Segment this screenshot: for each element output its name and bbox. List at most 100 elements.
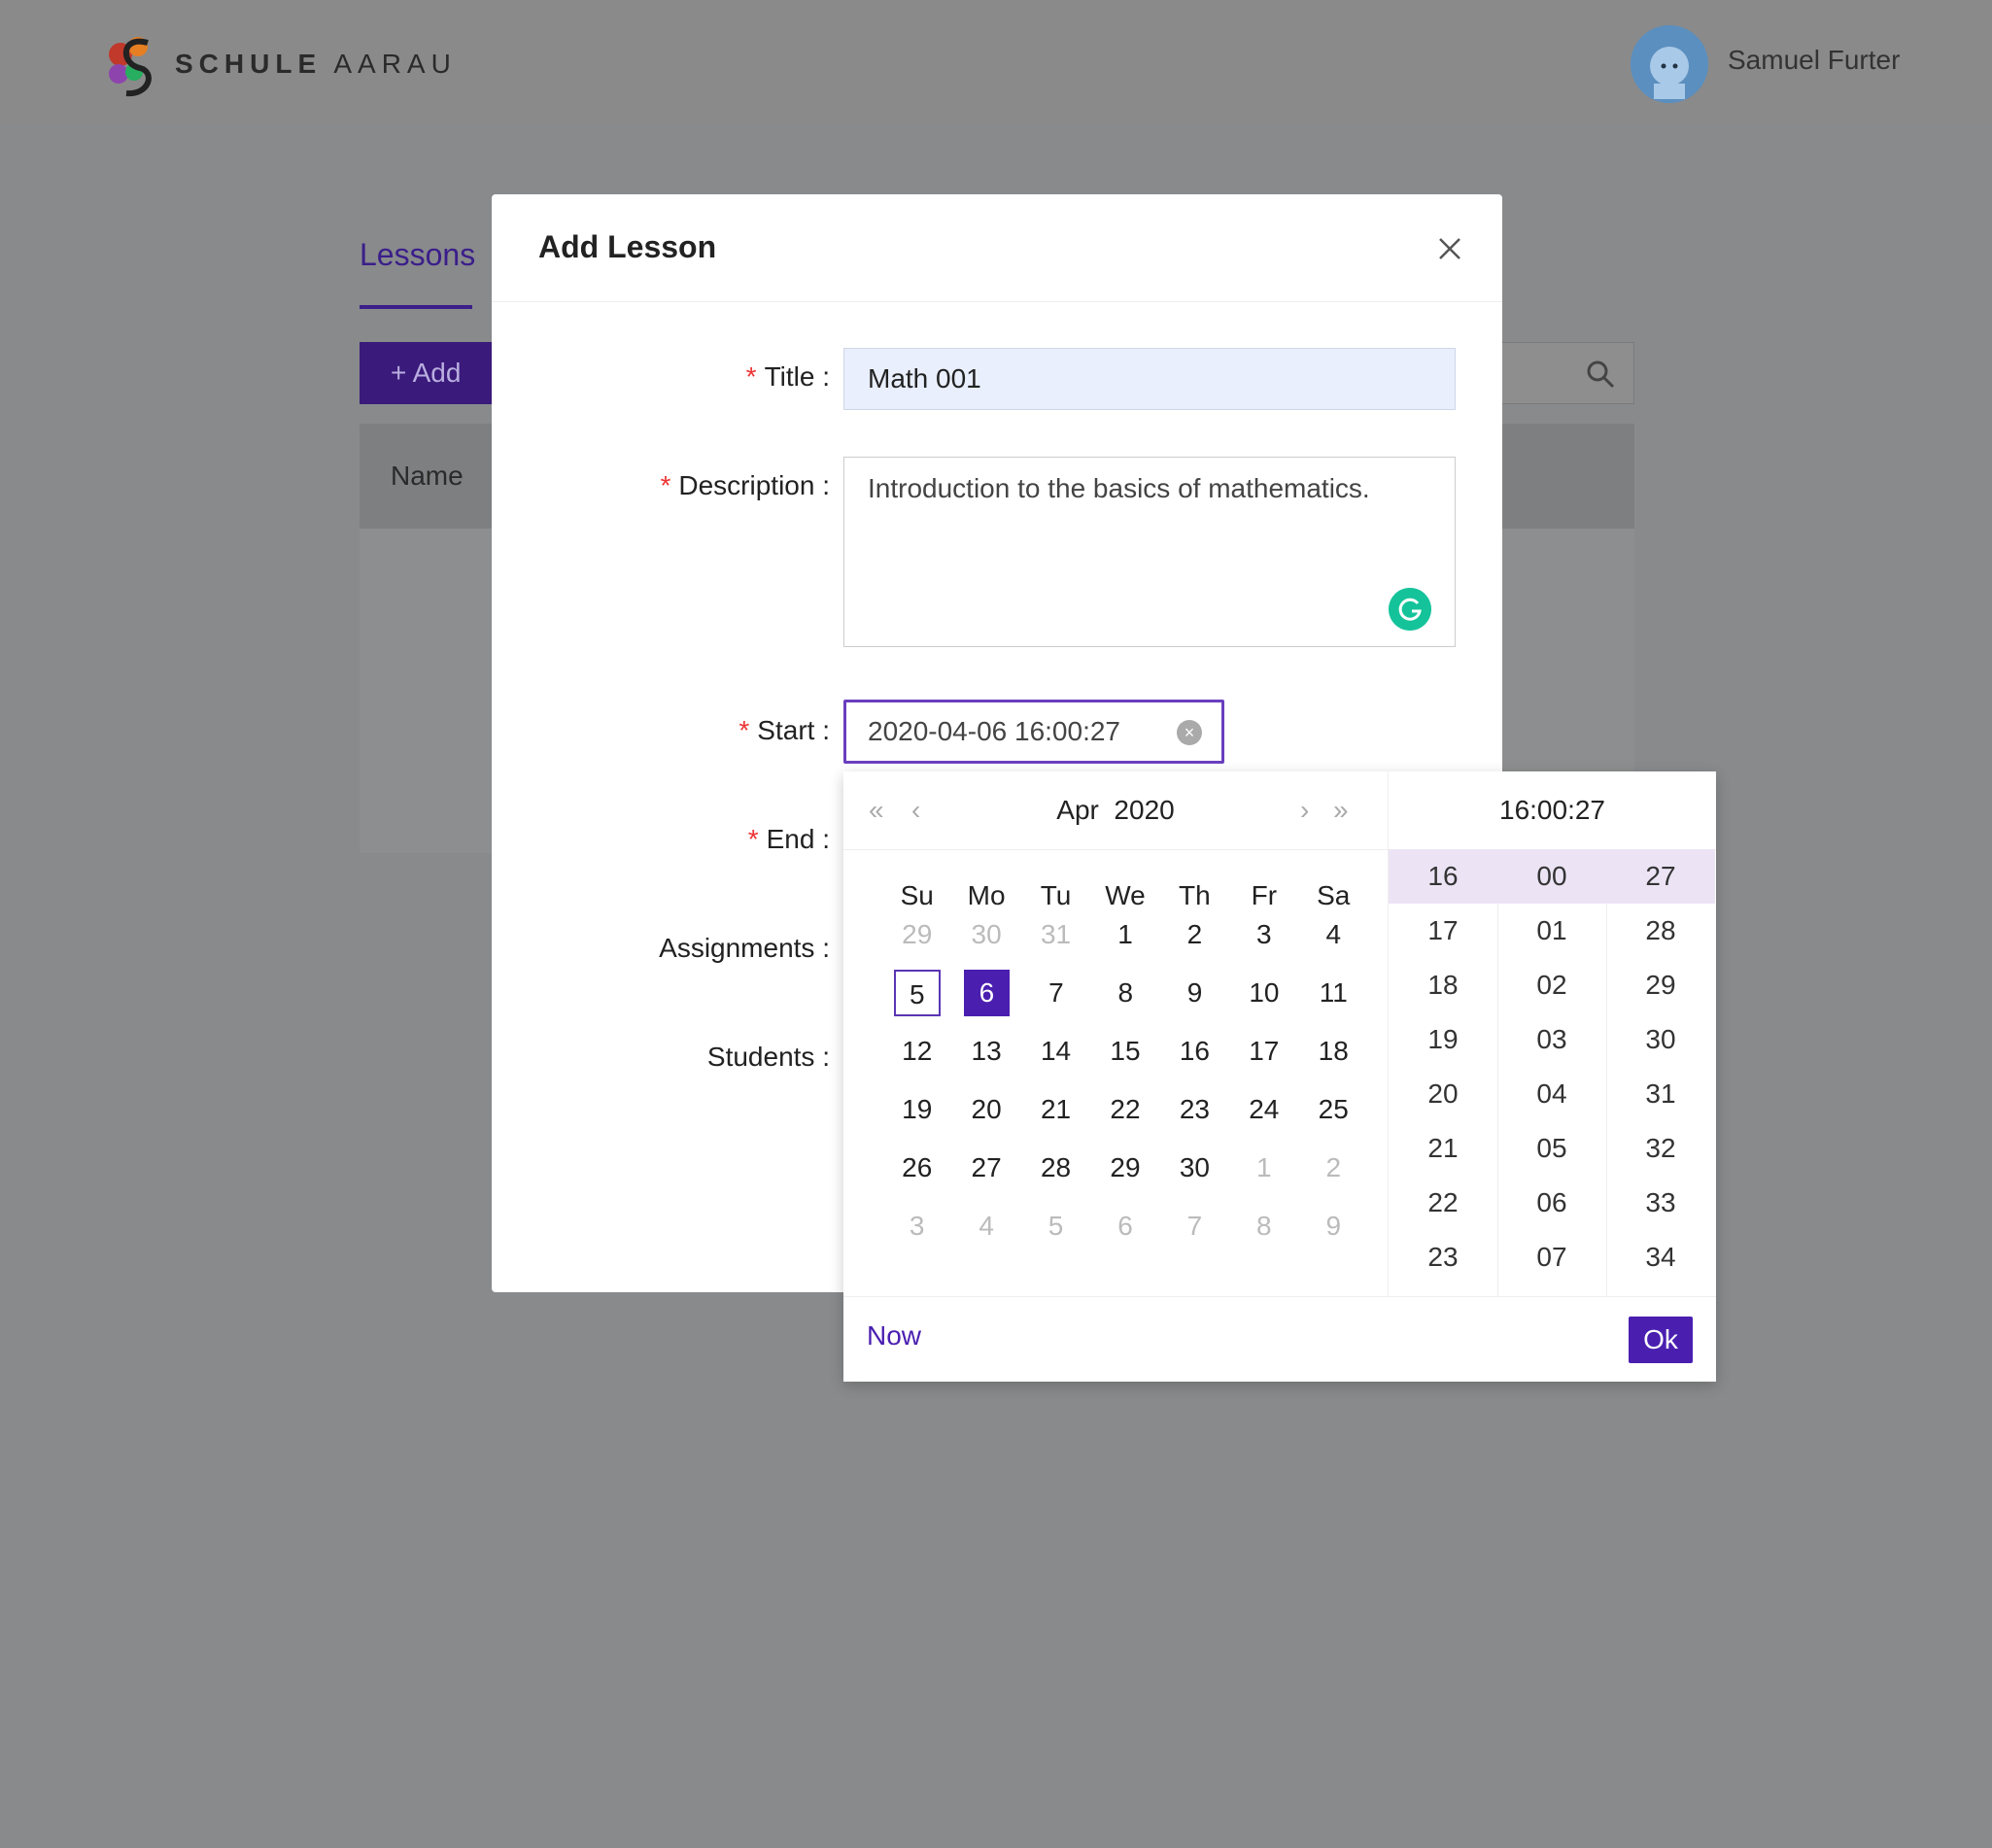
weekday-label: We (1105, 880, 1146, 910)
weekday-label: Tu (1040, 880, 1072, 910)
hour-option[interactable]: 23 (1389, 1230, 1497, 1284)
calendar-day[interactable]: 11 (1299, 970, 1368, 1016)
hour-option[interactable]: 16 (1389, 849, 1497, 904)
calendar-day[interactable]: 29 (1090, 1145, 1159, 1191)
calendar-day-selected[interactable]: 6 (963, 970, 1011, 1016)
avatar[interactable] (1631, 25, 1708, 103)
calendar-day[interactable]: 2 (1299, 1145, 1368, 1191)
hour-option[interactable]: 18 (1389, 958, 1497, 1012)
calendar-day[interactable]: 1 (1229, 1145, 1298, 1191)
calendar-day[interactable]: 3 (1229, 911, 1298, 958)
hour-option[interactable]: 21 (1389, 1121, 1497, 1176)
search-icon[interactable] (1585, 359, 1616, 390)
weekday-label: Mo (967, 880, 1006, 910)
minute-option[interactable]: 07 (1497, 1230, 1606, 1284)
modal-header: Add Lesson (492, 194, 1502, 302)
calendar-day[interactable]: 8 (1229, 1203, 1298, 1249)
calendar-day[interactable]: 21 (1021, 1086, 1090, 1133)
calendar-day[interactable]: 16 (1160, 1028, 1229, 1075)
minute-option[interactable]: 05 (1497, 1121, 1606, 1176)
calendar-day[interactable]: 13 (951, 1028, 1020, 1075)
calendar-day[interactable]: 19 (882, 1086, 951, 1133)
second-option[interactable]: 32 (1606, 1121, 1715, 1176)
close-icon[interactable] (1430, 229, 1469, 268)
calendar-day[interactable]: 22 (1090, 1086, 1159, 1133)
start-label: * Start : (738, 715, 830, 745)
calendar-day[interactable]: 28 (1021, 1145, 1090, 1191)
calendar-day[interactable]: 30 (1160, 1145, 1229, 1191)
weekday-label: Su (900, 880, 934, 910)
minute-option[interactable]: 01 (1497, 904, 1606, 958)
calendar-day[interactable]: 25 (1299, 1086, 1368, 1133)
hour-column[interactable]: 16 17 18 19 20 21 22 23 (1389, 849, 1498, 1296)
start-datetime-input[interactable]: 2020-04-06 16:00:27 × (843, 700, 1224, 764)
hour-option[interactable]: 19 (1389, 1012, 1497, 1067)
minute-option[interactable]: 03 (1497, 1012, 1606, 1067)
calendar-day[interactable]: 31 (1021, 911, 1090, 958)
title-input[interactable]: Math 001 (843, 348, 1456, 410)
next-month-icon[interactable]: › (1300, 795, 1309, 826)
calendar-panel: « ‹ Apr 2020 › » Su Mo Tu We Th Fr Sa 29… (843, 771, 1389, 1296)
second-option[interactable]: 34 (1606, 1230, 1715, 1284)
month-select[interactable]: Apr (1056, 795, 1099, 825)
calendar-day[interactable]: 17 (1229, 1028, 1298, 1075)
year-select[interactable]: 2020 (1114, 795, 1174, 825)
calendar-day[interactable]: 4 (1299, 911, 1368, 958)
calendar-day[interactable]: 30 (951, 911, 1020, 958)
calendar-day[interactable]: 1 (1090, 911, 1159, 958)
top-header: SCHULE AARAU Samuel Furter (0, 0, 1992, 124)
calendar-day[interactable]: 8 (1091, 970, 1160, 1016)
calendar-day[interactable]: 12 (882, 1028, 951, 1075)
description-input[interactable]: Introduction to the basics of mathematic… (843, 457, 1456, 647)
user-name[interactable]: Samuel Furter (1728, 45, 1900, 76)
calendar-day[interactable]: 27 (951, 1145, 1020, 1191)
search-input[interactable] (1496, 342, 1634, 404)
minute-option[interactable]: 00 (1497, 849, 1606, 904)
now-link[interactable]: Now (867, 1320, 921, 1352)
time-display: 16:00:27 (1389, 771, 1716, 850)
minute-option[interactable]: 06 (1497, 1176, 1606, 1230)
calendar-day[interactable]: 24 (1229, 1086, 1298, 1133)
second-option[interactable]: 31 (1606, 1067, 1715, 1121)
calendar-day[interactable]: 15 (1090, 1028, 1159, 1075)
second-option[interactable]: 30 (1606, 1012, 1715, 1067)
hour-option[interactable]: 20 (1389, 1067, 1497, 1121)
minute-column[interactable]: 00 01 02 03 04 05 06 07 (1497, 849, 1607, 1296)
calendar-day[interactable]: 3 (882, 1203, 951, 1249)
second-column[interactable]: 27 28 29 30 31 32 33 34 (1606, 849, 1715, 1296)
calendar-day[interactable]: 10 (1229, 970, 1298, 1016)
calendar-day[interactable]: 7 (1021, 970, 1090, 1016)
next-year-icon[interactable]: » (1333, 795, 1349, 826)
students-label: Students : (706, 1042, 830, 1072)
calendar-day[interactable]: 23 (1160, 1086, 1229, 1133)
calendar-day[interactable]: 20 (951, 1086, 1020, 1133)
calendar-day[interactable]: 29 (882, 911, 951, 958)
calendar-day[interactable]: 9 (1299, 1203, 1368, 1249)
minute-option[interactable]: 04 (1497, 1067, 1606, 1121)
calendar-day[interactable]: 2 (1160, 911, 1229, 958)
calendar-day[interactable]: 6 (1090, 1203, 1159, 1249)
second-option[interactable]: 27 (1606, 849, 1715, 904)
grammarly-icon[interactable] (1389, 588, 1431, 631)
calendar-day[interactable]: 4 (951, 1203, 1020, 1249)
ok-button[interactable]: Ok (1629, 1317, 1693, 1363)
hour-option[interactable]: 22 (1389, 1176, 1497, 1230)
second-option[interactable]: 29 (1606, 958, 1715, 1012)
hour-option[interactable]: 17 (1389, 904, 1497, 958)
picker-footer: Now Ok (843, 1296, 1716, 1383)
tab-lessons[interactable]: Lessons (360, 237, 475, 273)
calendar-day[interactable]: 14 (1021, 1028, 1090, 1075)
modal-title: Add Lesson (538, 229, 717, 264)
calendar-day[interactable]: 7 (1160, 1203, 1229, 1249)
weekday-header: Su Mo Tu We Th Fr Sa (882, 880, 1368, 911)
calendar-day-today[interactable]: 5 (894, 970, 941, 1016)
clear-icon[interactable]: × (1177, 720, 1202, 745)
second-option[interactable]: 33 (1606, 1176, 1715, 1230)
minute-option[interactable]: 02 (1497, 958, 1606, 1012)
calendar-day[interactable]: 18 (1299, 1028, 1368, 1075)
column-header-name[interactable]: Name (391, 461, 464, 492)
calendar-day[interactable]: 9 (1160, 970, 1229, 1016)
calendar-day[interactable]: 5 (1021, 1203, 1090, 1249)
second-option[interactable]: 28 (1606, 904, 1715, 958)
calendar-day[interactable]: 26 (882, 1145, 951, 1191)
